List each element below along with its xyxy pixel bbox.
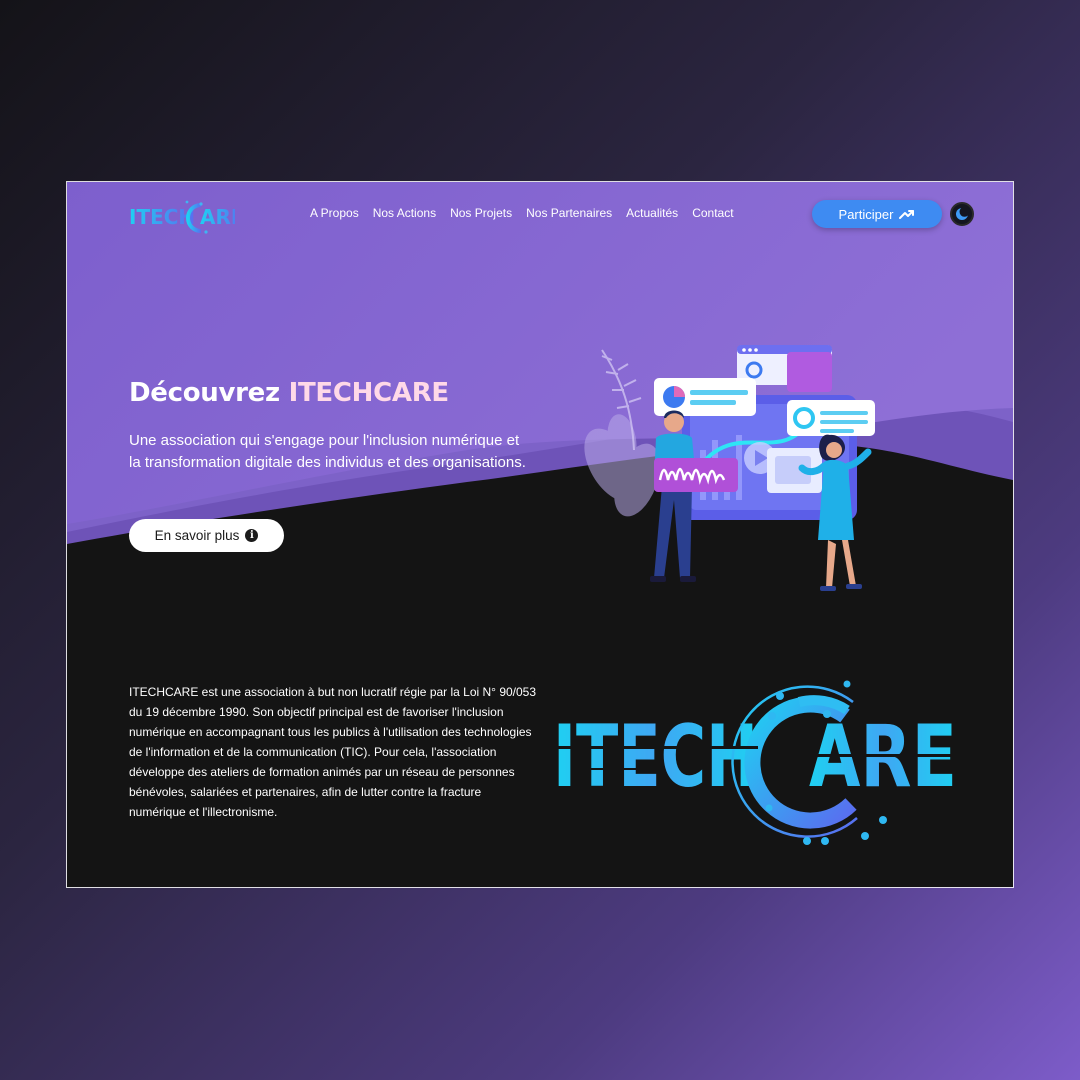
itechcare-large-logo: ITECH ARE: [553, 680, 957, 845]
participer-label: Participer: [838, 206, 894, 222]
en-savoir-plus-label: En savoir plus: [154, 528, 240, 543]
itechcare-logo[interactable]: ITECH ARE: [129, 196, 235, 238]
svg-text:ARE: ARE: [200, 205, 235, 229]
en-savoir-plus-button[interactable]: En savoir plus i: [129, 519, 284, 552]
moon-icon: [956, 207, 969, 220]
about-text: ITECHCARE est une association à but non …: [129, 685, 537, 819]
nav-item-nos-actions[interactable]: Nos Actions: [373, 206, 436, 220]
hero-title-brand: ITECHCARE: [288, 378, 450, 408]
svg-text:ITECH: ITECH: [553, 707, 758, 807]
people-with-dashboard-illustration: [584, 345, 875, 591]
hero-title-prefix: Découvrez: [129, 378, 289, 408]
nav-item-nos-projets[interactable]: Nos Projets: [450, 206, 512, 220]
hero-title: Découvrez ITECHCARE: [129, 378, 449, 408]
info-icon: i: [245, 529, 259, 542]
participer-button[interactable]: Participer: [812, 200, 942, 228]
nav-item-a-propos[interactable]: A Propos: [310, 206, 359, 220]
nav-item-actualites[interactable]: Actualités: [626, 206, 678, 220]
nav-item-nos-partenaires[interactable]: Nos Partenaires: [526, 206, 612, 220]
main-nav: A Propos Nos Actions Nos Projets Nos Par…: [310, 206, 734, 220]
trending-up-icon: [899, 210, 915, 219]
theme-toggle[interactable]: [950, 202, 974, 226]
hero-subtitle: Une association qui s'engage pour l'incl…: [129, 432, 526, 471]
nav-item-contact[interactable]: Contact: [692, 206, 733, 220]
svg-text:ITECH: ITECH: [129, 205, 195, 229]
website-screenshot: ITECH ARE A Propos Nos Actions Nos Proje…: [67, 182, 1013, 887]
